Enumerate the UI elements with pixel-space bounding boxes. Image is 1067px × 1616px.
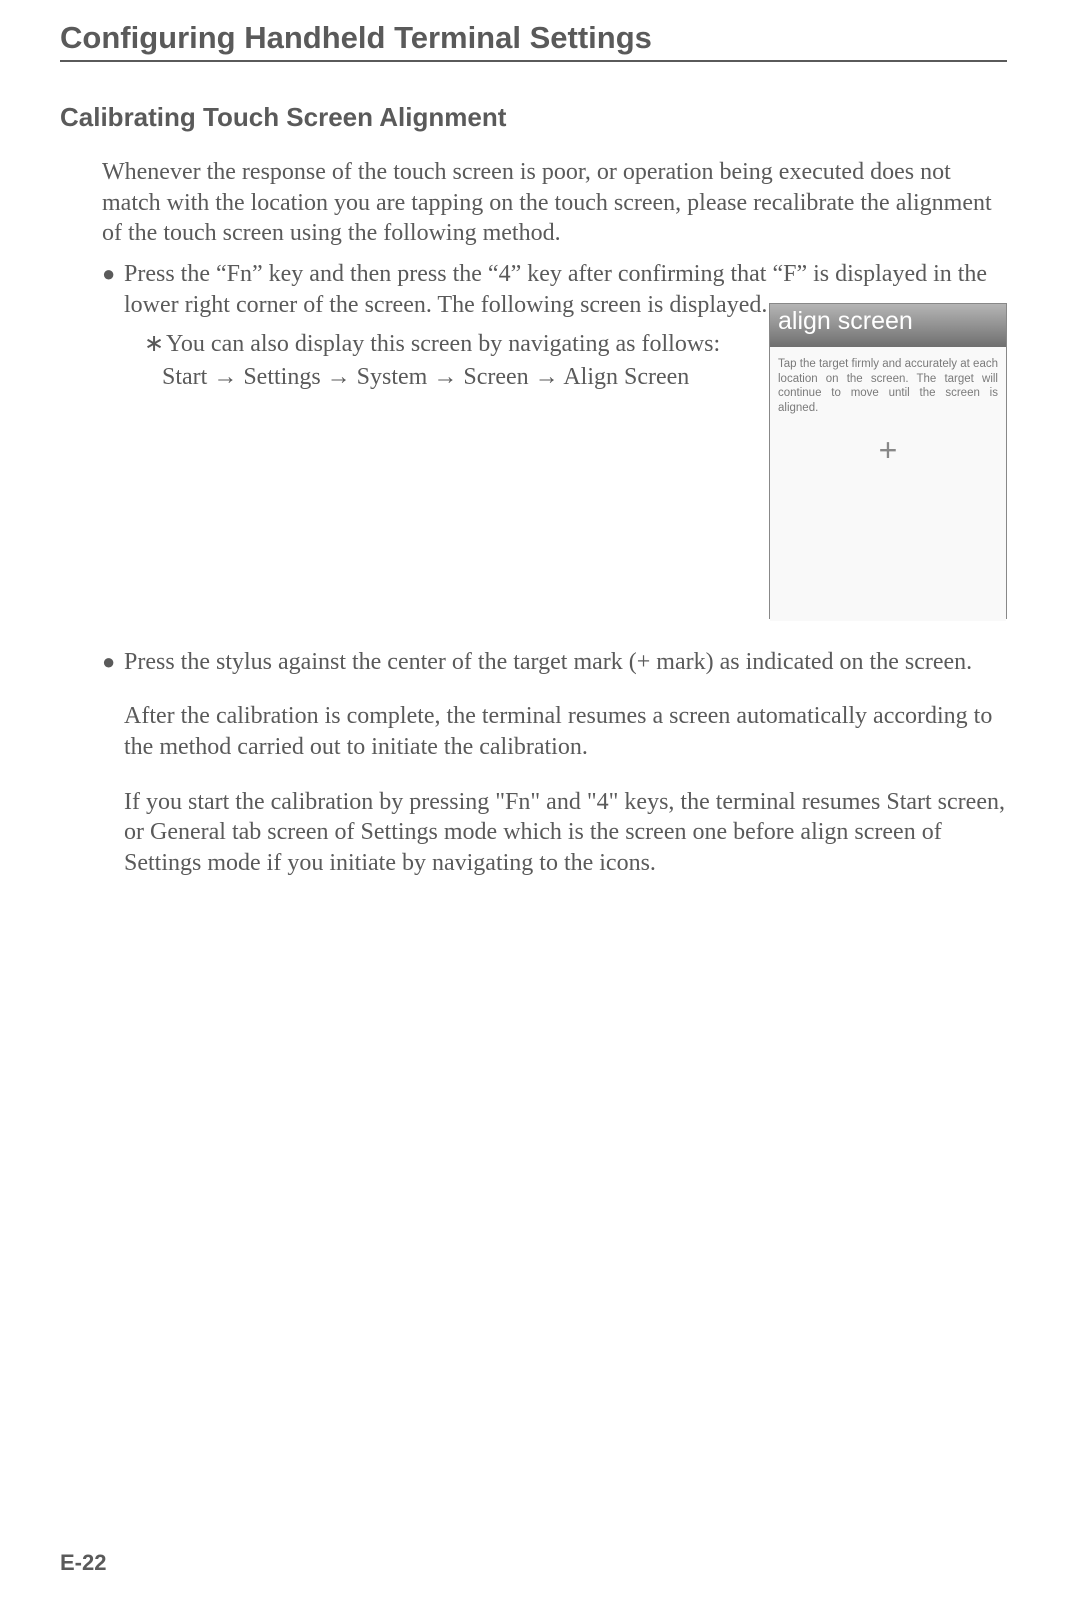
target-cross-icon: +	[778, 432, 998, 469]
paragraph-after-calibration: After the calibration is complete, the t…	[124, 701, 1007, 762]
nav-align: Align Screen	[563, 364, 689, 390]
bullet-icon: ●	[102, 259, 124, 320]
paragraph-resume-behavior: If you start the calibration by pressing…	[124, 787, 1007, 879]
arrow-icon: →	[327, 363, 351, 390]
nav-start: Start	[162, 364, 207, 390]
arrow-icon: →	[433, 363, 457, 390]
document-title: Configuring Handheld Terminal Settings	[60, 20, 1007, 62]
align-screen-screenshot: align screen Tap the target firmly and a…	[769, 303, 1007, 619]
bullet-item-2: ● Press the stylus against the center of…	[102, 647, 1007, 678]
bullet-icon: ●	[102, 647, 124, 678]
asterisk-note: ∗ You can also display this screen by na…	[144, 329, 749, 360]
nav-system: System	[357, 364, 428, 390]
asterisk-icon: ∗	[144, 329, 166, 360]
nav-screen: Screen	[463, 364, 528, 390]
navigation-path: Start → Settings → System → Screen → Ali…	[162, 359, 749, 395]
section-heading: Calibrating Touch Screen Alignment	[60, 102, 1007, 133]
page-number: E-22	[60, 1550, 106, 1576]
screenshot-instructions: Tap the target firmly and accurately at …	[778, 357, 998, 417]
nav-settings: Settings	[243, 364, 320, 390]
intro-paragraph: Whenever the response of the touch scree…	[102, 157, 1007, 249]
asterisk-text: You can also display this screen by navi…	[166, 329, 749, 360]
arrow-icon: →	[535, 363, 559, 390]
arrow-icon: →	[213, 363, 237, 390]
screenshot-titlebar: align screen	[770, 304, 1006, 347]
bullet-text-2: Press the stylus against the center of t…	[124, 647, 1007, 678]
